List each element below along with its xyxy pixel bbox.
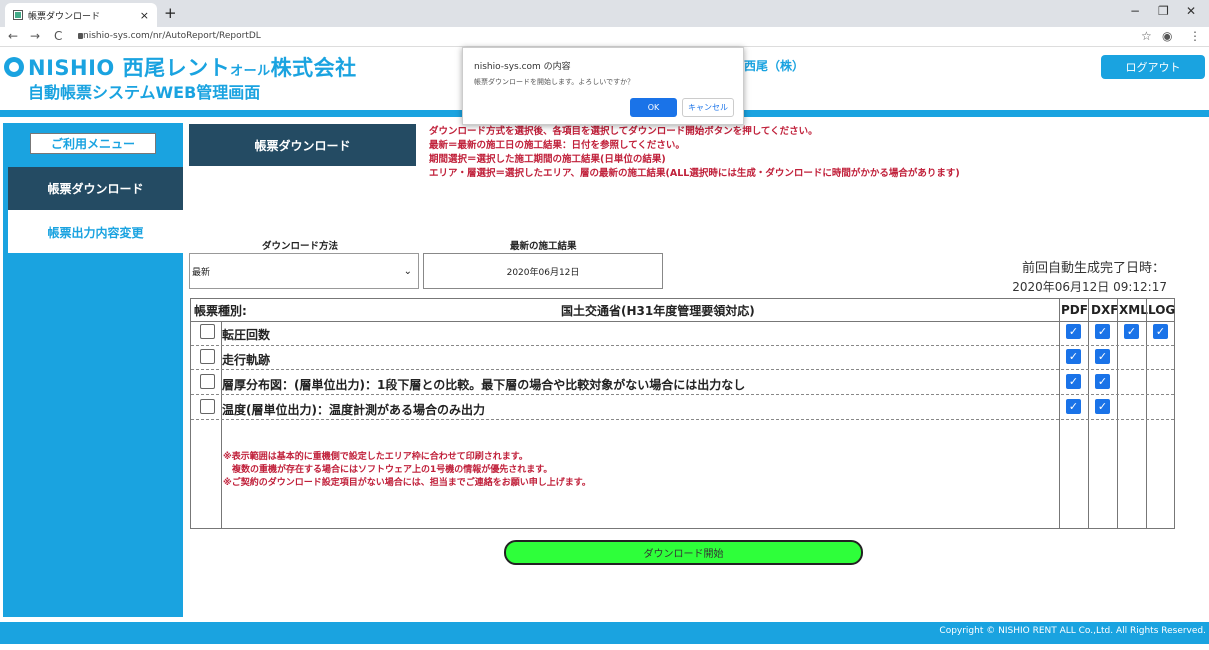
previous-generation-datetime: 2020年06月12日 09:12:17 bbox=[1012, 280, 1167, 294]
column-header-log: LOG bbox=[1148, 303, 1176, 317]
logout-button[interactable]: ログアウト bbox=[1101, 55, 1205, 79]
copyright-text: Copyright © NISHIO RENT ALL Co.,Ltd. All… bbox=[939, 626, 1206, 636]
chevron-down-icon: ⌄ bbox=[403, 266, 412, 277]
dialog-message: 帳票ダウンロードを開始します。よろしいですか？ bbox=[474, 78, 635, 86]
page-favicon-icon bbox=[13, 10, 23, 20]
page-title: 帳票ダウンロード bbox=[189, 124, 416, 166]
address-bar: ← → C nishio-sys.com/nr/AutoReport/Repor… bbox=[0, 27, 1209, 47]
minimize-icon[interactable]: − bbox=[1130, 4, 1140, 18]
dxf-checkbox[interactable]: ✓ bbox=[1095, 374, 1110, 389]
pdf-checkbox[interactable]: ✓ bbox=[1066, 324, 1081, 339]
dialog-cancel-button[interactable]: キャンセル bbox=[682, 98, 734, 117]
dialog-ok-button[interactable]: OK bbox=[630, 98, 677, 117]
column-header-dxf: DXF bbox=[1091, 303, 1119, 317]
row-label: 温度(層単位出力)：温度計測がある場合のみ出力 bbox=[222, 403, 485, 417]
column-divider bbox=[1117, 299, 1118, 528]
tab-close-icon[interactable]: × bbox=[140, 9, 149, 22]
sidebar-item-download[interactable]: 帳票ダウンロード bbox=[8, 167, 183, 210]
latest-result-date: 2020年06月12日 bbox=[423, 253, 663, 289]
profile-icon[interactable]: ◉ bbox=[1162, 29, 1172, 43]
note-line: ※ご契約のダウンロード設定項目がない場合には、担当までご連絡をお願い申し上げます… bbox=[223, 478, 591, 488]
row-checkbox[interactable] bbox=[200, 399, 215, 414]
download-method-label: ダウンロード方法 bbox=[262, 241, 339, 252]
download-method-select[interactable]: 最新 ⌄ bbox=[189, 253, 419, 289]
row-checkbox[interactable] bbox=[200, 349, 215, 364]
table-notes: ※表示範囲は基本的に重機側で設定したエリア枠に合わせて印刷されます。 複数の重機… bbox=[223, 451, 591, 490]
dxf-checkbox[interactable]: ✓ bbox=[1095, 349, 1110, 364]
reload-icon[interactable]: C bbox=[54, 29, 62, 43]
pdf-checkbox[interactable]: ✓ bbox=[1066, 374, 1081, 389]
company-logo: NISHIO 西尾レントオール株式会社 bbox=[4, 52, 357, 82]
confirm-dialog: nishio-sys.com の内容 帳票ダウンロードを開始します。よろしいです… bbox=[462, 47, 744, 125]
log-checkbox[interactable]: ✓ bbox=[1153, 324, 1168, 339]
instruction-line: 最新＝最新の施工日の施工結果：日付を参照してください。 bbox=[429, 140, 685, 151]
menu-title: ご利用メニュー bbox=[30, 133, 156, 154]
browser-tab[interactable]: 帳票ダウンロード × bbox=[5, 3, 157, 27]
note-line: ※表示範囲は基本的に重機側で設定したエリア枠に合わせて印刷されます。 bbox=[223, 452, 528, 462]
dxf-checkbox[interactable]: ✓ bbox=[1095, 399, 1110, 414]
download-method-value: 最新 bbox=[192, 267, 211, 278]
menu-more-icon[interactable]: ⋮ bbox=[1189, 29, 1201, 43]
row-checkbox[interactable] bbox=[200, 324, 215, 339]
row-divider bbox=[191, 394, 1174, 395]
previous-generation-label: 前回自動生成完了日時： bbox=[1021, 261, 1165, 276]
url-field[interactable]: nishio-sys.com/nr/AutoReport/ReportDL bbox=[83, 31, 261, 41]
forward-icon[interactable]: → bbox=[30, 29, 40, 43]
instruction-line: 期間選択＝選択した施工期間の施工結果(日単位の結果) bbox=[429, 154, 666, 165]
logo-brand: NISHIO bbox=[28, 56, 115, 80]
instruction-line: エリア・層選択＝選択したエリア、層の最新の施工結果(ALL選択時には生成・ダウン… bbox=[429, 168, 960, 179]
pdf-checkbox[interactable]: ✓ bbox=[1066, 349, 1081, 364]
dialog-title: nishio-sys.com の内容 bbox=[474, 62, 571, 72]
new-tab-icon[interactable]: + bbox=[164, 4, 177, 22]
system-name: 自動帳票システムWEB管理画面 bbox=[28, 83, 261, 102]
column-header-xml: XML bbox=[1119, 303, 1148, 317]
company-name: 西尾（株） bbox=[744, 59, 805, 73]
row-checkbox[interactable] bbox=[200, 374, 215, 389]
instruction-line: ダウンロード方式を選択後、各項目を選択してダウンロード開始ボタンを押してください… bbox=[429, 126, 818, 137]
row-divider bbox=[191, 419, 1174, 420]
bookmark-star-icon[interactable]: ☆ bbox=[1141, 29, 1152, 43]
column-header-pdf: PDF bbox=[1061, 303, 1088, 317]
row-label: 転圧回数 bbox=[222, 328, 271, 342]
pdf-checkbox[interactable]: ✓ bbox=[1066, 399, 1081, 414]
browser-tab-bar: 帳票ダウンロード × + − ❐ ✕ bbox=[0, 0, 1209, 27]
logo-name-small: オール bbox=[230, 64, 271, 79]
row-label: 層厚分布図：(層単位出力)：1段下層との比較。最下層の場合や比較対象がない場合に… bbox=[222, 378, 746, 392]
restore-icon[interactable]: ❐ bbox=[1158, 4, 1169, 18]
latest-result-label: 最新の施工結果 bbox=[510, 241, 577, 252]
logo-name-1: 西尾レント bbox=[122, 56, 231, 80]
xml-checkbox[interactable]: ✓ bbox=[1124, 324, 1139, 339]
dxf-checkbox[interactable]: ✓ bbox=[1095, 324, 1110, 339]
column-divider bbox=[1059, 299, 1060, 528]
back-icon[interactable]: ← bbox=[8, 29, 18, 43]
instructions: ダウンロード方式を選択後、各項目を選択してダウンロード開始ボタンを押してください… bbox=[429, 125, 960, 181]
header-divider-line bbox=[191, 321, 1174, 322]
logo-name-2: 株式会社 bbox=[270, 56, 357, 80]
close-window-icon[interactable]: ✕ bbox=[1186, 4, 1196, 18]
footer: Copyright © NISHIO RENT ALL Co.,Ltd. All… bbox=[0, 622, 1209, 644]
row-label: 走行軌跡 bbox=[222, 353, 271, 367]
download-start-button[interactable]: ダウンロード開始 bbox=[504, 540, 863, 565]
report-kind-label: 帳票種別: bbox=[194, 303, 247, 318]
column-divider bbox=[1146, 299, 1147, 528]
row-divider bbox=[191, 369, 1174, 370]
column-divider bbox=[1088, 299, 1089, 528]
report-table: 帳票種別: 国土交通省(H31年度管理要領対応) PDF DXF XML LOG… bbox=[190, 298, 1175, 529]
report-standard: 国土交通省(H31年度管理要領対応) bbox=[561, 303, 755, 318]
logo-mark-icon bbox=[4, 57, 24, 77]
sidebar-item-output-settings[interactable]: 帳票出力内容変更 bbox=[8, 210, 183, 253]
note-line: 複数の重機が存在する場合にはソフトウェア上の1号機の情報が優先されます。 bbox=[223, 465, 553, 475]
sidebar: ご利用メニュー 帳票ダウンロード 帳票出力内容変更 bbox=[3, 123, 183, 617]
tab-title: 帳票ダウンロード bbox=[28, 11, 101, 22]
row-divider bbox=[191, 345, 1174, 346]
